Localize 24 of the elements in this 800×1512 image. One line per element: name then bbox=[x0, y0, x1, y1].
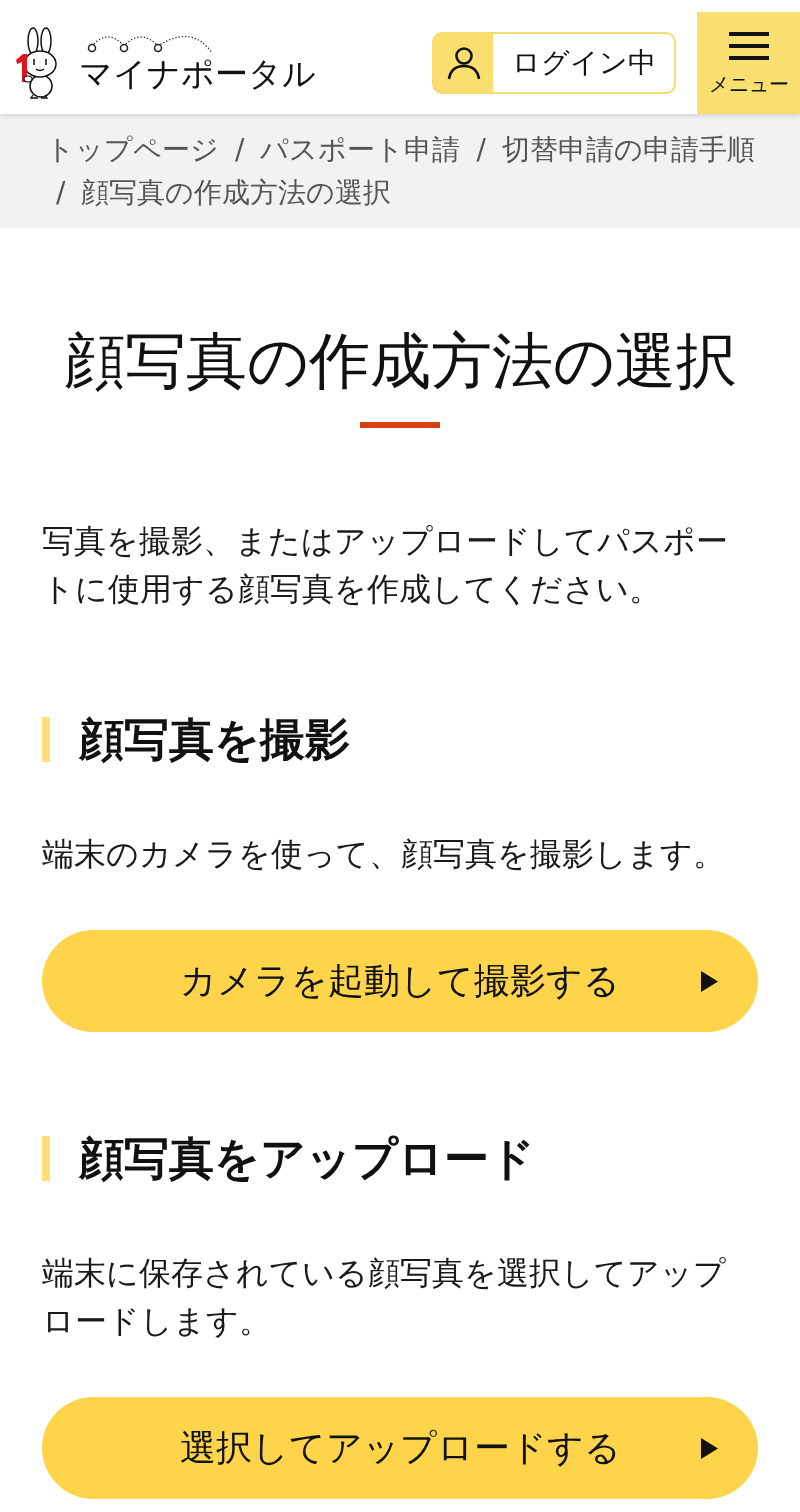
triangle-right-icon bbox=[701, 970, 718, 992]
menu-button[interactable]: メニュー bbox=[697, 12, 800, 114]
action-button[interactable]: カメラを起動して撮影する bbox=[42, 930, 758, 1032]
section-heading: 顔写真を撮影 bbox=[79, 717, 350, 762]
page-title: 顔写真の作成方法の選択 bbox=[62, 324, 738, 398]
user-icon bbox=[446, 46, 481, 80]
triangle-right-icon bbox=[701, 1437, 718, 1459]
section-heading: 顔写真をアップロード bbox=[79, 1136, 535, 1181]
breadcrumb-separator: / bbox=[476, 133, 486, 166]
breadcrumb-separator: / bbox=[56, 176, 66, 209]
heading-accent-bar bbox=[42, 717, 50, 762]
breadcrumb-link[interactable]: トップページ bbox=[46, 133, 219, 166]
logo-text[interactable]: マイナポータル bbox=[79, 54, 316, 94]
breadcrumb-link[interactable]: パスポート申請 bbox=[260, 133, 461, 166]
breadcrumb-link[interactable]: 切替申請の申請手順 bbox=[501, 133, 755, 166]
intro-text: 写真を撮影、またはアップロードしてパスポートに使用する顔写真を作成してください。 bbox=[42, 521, 729, 610]
heading-accent-bar bbox=[42, 1136, 50, 1181]
login-button[interactable]: ログイン中 bbox=[432, 32, 676, 94]
action-button[interactable]: 選択してアップロードする bbox=[42, 1397, 758, 1499]
section-description: 端末に保存されている顔写真を選択してアップロードします。 bbox=[42, 1253, 727, 1342]
breadcrumb-separator: / bbox=[235, 133, 245, 166]
section-description: 端末のカメラを使って、顔写真を撮影します。 bbox=[42, 834, 726, 875]
menu-icon bbox=[728, 32, 769, 60]
breadcrumb-current: 顔写真の作成方法の選択 bbox=[81, 176, 392, 209]
